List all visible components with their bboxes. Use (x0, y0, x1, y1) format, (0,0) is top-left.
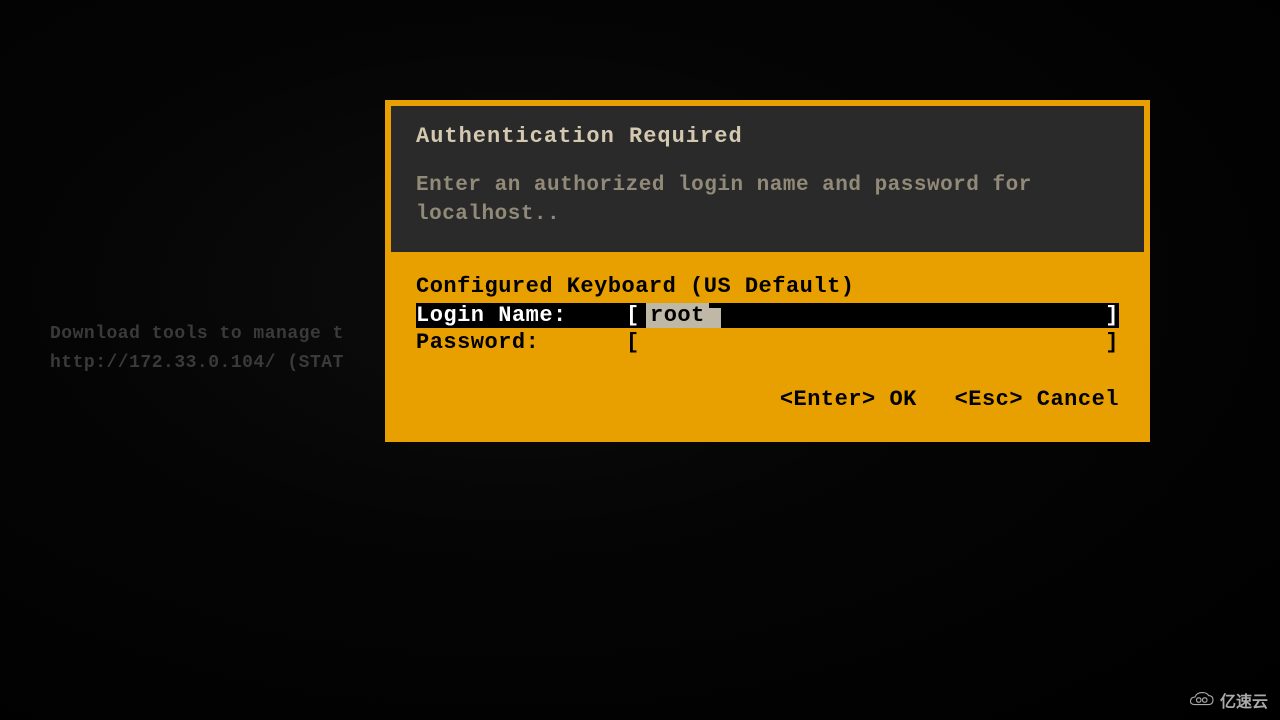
bracket-close-icon: ] (1105, 330, 1119, 355)
watermark: 亿速云 (1186, 688, 1268, 712)
dialog-actions: <Enter> OK <Esc> Cancel (416, 387, 1119, 412)
text-cursor-icon (709, 308, 721, 328)
login-name-input[interactable]: root (640, 303, 1105, 328)
password-row[interactable]: Password: [ ] (416, 330, 1119, 355)
cancel-button[interactable]: <Esc> Cancel (955, 387, 1119, 412)
bracket-open-icon: [ (626, 330, 640, 355)
bracket-open-icon: [ (626, 303, 640, 328)
password-label: Password: (416, 330, 626, 355)
login-name-row[interactable]: Login Name: [ root ] (416, 303, 1119, 328)
dialog-title: Authentication Required (416, 124, 1119, 149)
bg-line-1: Download tools to manage t (50, 320, 344, 349)
bg-line-2: http://172.33.0.104/ (STAT (50, 349, 344, 378)
keyboard-config-label: Configured Keyboard (US Default) (416, 274, 1119, 299)
bracket-close-icon: ] (1105, 303, 1119, 328)
cloud-icon (1186, 690, 1216, 710)
login-name-label: Login Name: (416, 303, 626, 328)
dialog-header: Authentication Required Enter an authori… (391, 106, 1144, 252)
ok-button[interactable]: <Enter> OK (780, 387, 917, 412)
dialog-subtitle: Enter an authorized login name and passw… (416, 171, 1119, 230)
background-console-text: Download tools to manage t http://172.33… (50, 320, 344, 378)
dialog-body: Configured Keyboard (US Default) Login N… (391, 252, 1144, 436)
login-name-value: root (646, 303, 709, 328)
auth-dialog: Authentication Required Enter an authori… (385, 100, 1150, 442)
watermark-text: 亿速云 (1220, 688, 1268, 712)
